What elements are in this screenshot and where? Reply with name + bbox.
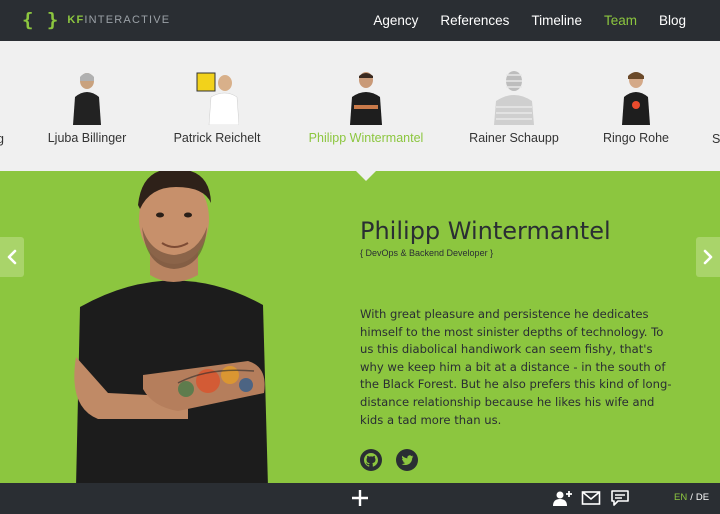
team-member-photo	[196, 72, 239, 125]
team-member-name: Philipp Wintermantel	[308, 131, 424, 145]
add-user-icon[interactable]	[553, 489, 573, 507]
nav-item-timeline[interactable]: Timeline	[531, 13, 582, 28]
team-strip-edge-right[interactable]: S	[712, 132, 720, 146]
twitter-icon	[401, 454, 413, 465]
member-role: { DevOps & Backend Developer }	[360, 248, 494, 258]
language-switcher: EN / DE	[674, 492, 709, 503]
team-member-ringo[interactable]: Ringo Rohe	[561, 41, 711, 171]
team-member-patrick[interactable]: Patrick Reichelt	[142, 41, 292, 171]
nav-item-references[interactable]: References	[440, 13, 509, 28]
member-detail: Philipp Wintermantel { DevOps & Backend …	[0, 171, 720, 483]
logo[interactable]: { } KFINTERACTIVE	[22, 9, 170, 31]
twitter-link[interactable]	[396, 449, 418, 471]
logo-rest: INTERACTIVE	[84, 14, 171, 26]
language-separator: /	[690, 492, 693, 503]
team-member-philipp[interactable]: Philipp Wintermantel	[291, 41, 441, 171]
member-portrait	[74, 171, 268, 483]
team-strip-edge-left[interactable]: g	[0, 132, 4, 146]
team-member-name: Patrick Reichelt	[173, 131, 261, 145]
language-en[interactable]: EN	[674, 492, 687, 503]
next-member-button[interactable]	[696, 237, 720, 277]
team-member-photo	[350, 72, 382, 125]
team-member-photo	[622, 72, 650, 125]
member-bio: With great pleasure and persistence he d…	[360, 307, 672, 427]
team-member-photo	[73, 73, 101, 125]
github-icon	[364, 453, 378, 467]
logo-braces: { }	[22, 9, 60, 31]
nav-item-blog[interactable]: Blog	[659, 13, 686, 28]
previous-member-button[interactable]	[0, 237, 24, 277]
github-link[interactable]	[360, 449, 382, 471]
team-member-ljuba[interactable]: Ljuba Billinger	[12, 41, 162, 171]
chevron-right-icon	[703, 249, 713, 265]
logo-kf: KF	[67, 14, 85, 26]
language-de[interactable]: DE	[696, 492, 709, 503]
nav-item-agency[interactable]: Agency	[373, 13, 418, 28]
team-member-name: Ringo Rohe	[602, 131, 669, 145]
logo-text: KFINTERACTIVE	[67, 14, 170, 26]
member-name: Philipp Wintermantel	[360, 217, 611, 245]
active-member-pointer	[355, 170, 377, 181]
plus-icon	[352, 490, 368, 506]
nav-menu: Agency References Timeline Team Blog	[351, 0, 686, 41]
team-member-photo	[494, 71, 534, 125]
team-strip: g Ljuba Billinger Patrick Reichelt Phili…	[0, 41, 720, 171]
chevron-left-icon	[7, 249, 17, 265]
team-member-name: Ljuba Billinger	[47, 131, 127, 145]
top-navigation: { } KFINTERACTIVE Agency References Time…	[0, 0, 720, 41]
chat-icon[interactable]	[610, 489, 630, 507]
nav-item-team[interactable]: Team	[604, 13, 637, 28]
mail-icon[interactable]	[581, 489, 601, 507]
expand-button[interactable]	[349, 487, 371, 509]
bottom-bar: EN / DE	[0, 483, 720, 514]
